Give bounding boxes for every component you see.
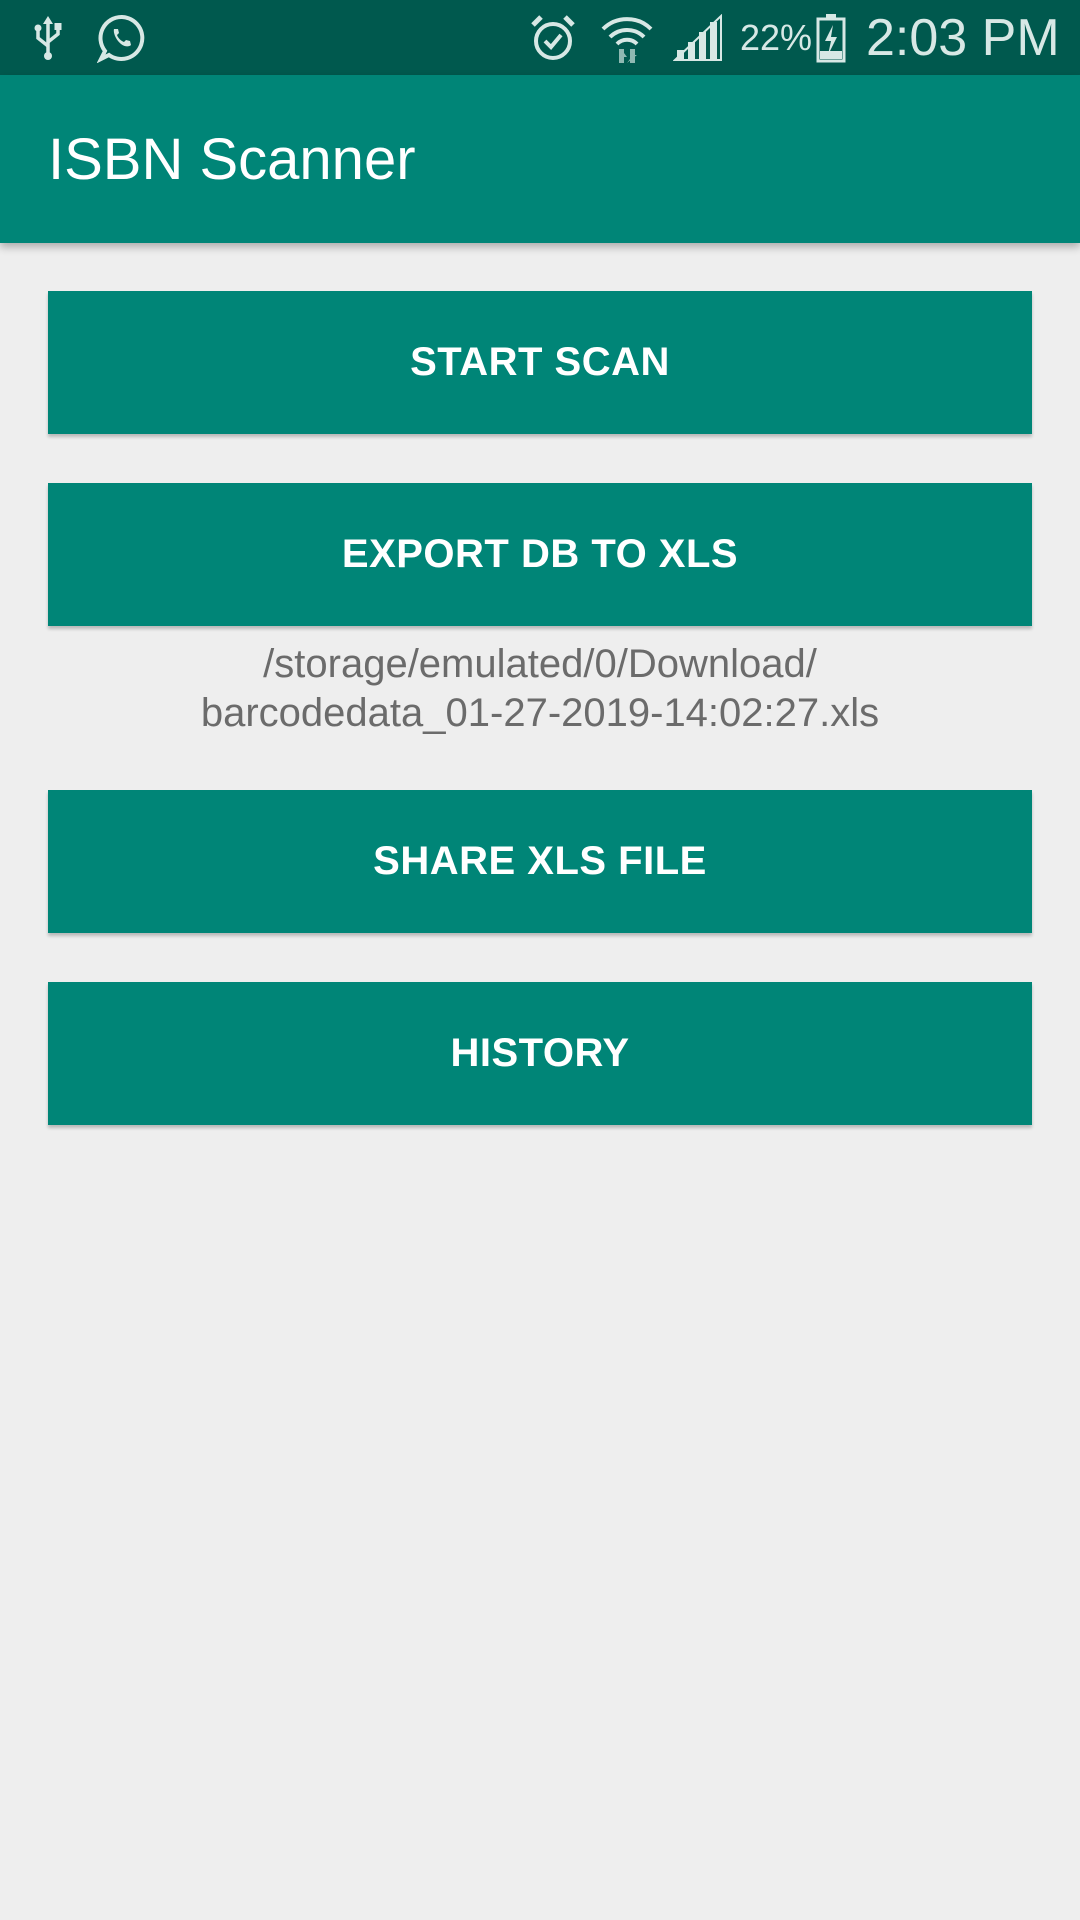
signal-icon bbox=[672, 10, 724, 66]
battery-percent: 22% bbox=[740, 16, 813, 58]
status-bar: 22% 2:03 PM bbox=[0, 0, 1080, 75]
export-db-button[interactable]: EXPORT DB TO XLS bbox=[48, 483, 1032, 626]
status-time: 2:03 PM bbox=[866, 8, 1060, 67]
whatsapp-icon bbox=[94, 10, 150, 66]
start-scan-button[interactable]: START SCAN bbox=[48, 291, 1032, 434]
export-path-text: /storage/emulated/0/Download/ barcodedat… bbox=[48, 640, 1032, 738]
history-button[interactable]: HISTORY bbox=[48, 982, 1032, 1125]
usb-icon bbox=[30, 10, 66, 66]
alarm-icon bbox=[526, 10, 580, 66]
battery-charging-icon bbox=[814, 10, 848, 66]
export-path-line-2: barcodedata_01-27-2019-14:02:27.xls bbox=[200, 691, 880, 735]
wifi-icon bbox=[598, 10, 656, 66]
app-title: ISBN Scanner bbox=[48, 126, 416, 192]
app-bar: ISBN Scanner bbox=[0, 75, 1080, 243]
share-xls-button[interactable]: SHARE XLS FILE bbox=[48, 790, 1032, 933]
export-path-line-1: /storage/emulated/0/Download/ bbox=[263, 642, 817, 686]
